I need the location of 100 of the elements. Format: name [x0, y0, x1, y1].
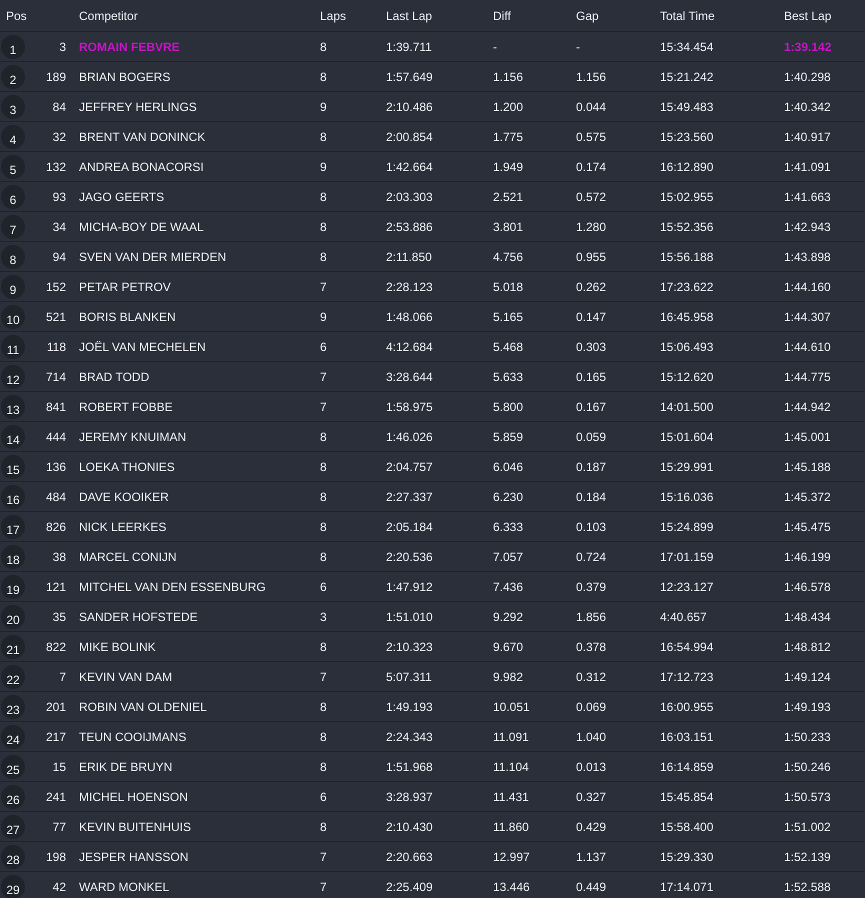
- position-badge: 29: [1, 874, 25, 898]
- table-cell-text: 15:01.604: [660, 430, 714, 444]
- table-cell-text: 6.046: [493, 460, 524, 474]
- table-cell-text: 15:29.991: [660, 460, 714, 474]
- competitor-name: BRIAN BOGERS: [79, 70, 172, 84]
- table-cell-text: 2.521: [493, 190, 524, 204]
- competitor-name: MICHEL HOENSON: [79, 790, 189, 804]
- table-cell-text: 1.040: [576, 730, 608, 744]
- table-cell-text: 8: [320, 220, 328, 234]
- table-cell-text: 0.575: [576, 130, 608, 144]
- table-cell-text: 15:52.356: [660, 220, 714, 234]
- table-cell-text: 484: [44, 490, 67, 504]
- table-cell-text: 1.949: [493, 160, 524, 174]
- table-cell-text: 9: [320, 160, 328, 174]
- table-cell-text: 4:12.684: [386, 340, 434, 354]
- table-cell-text: 121: [44, 580, 67, 594]
- table-cell-text: 8: [320, 700, 328, 714]
- table-cell-text: 8: [320, 550, 328, 564]
- table-cell-text: 444: [44, 430, 67, 444]
- table-cell-text: 5.165: [493, 310, 524, 324]
- table-cell-text: 841: [44, 400, 67, 414]
- table-cell-text: 1:42.664: [386, 160, 434, 174]
- table-cell-text: 1:48.066: [386, 310, 434, 324]
- table-cell-text: 0.378: [576, 640, 608, 654]
- column-header: Best Lap: [784, 8, 832, 22]
- table-cell-text: 1:50.573: [784, 790, 832, 804]
- table-cell-text: 0.184: [576, 490, 608, 504]
- table-cell-text: 11.860: [493, 820, 530, 834]
- position-badge: 8: [1, 244, 25, 268]
- table-cell-text: 1:44.160: [784, 280, 832, 294]
- competitor-name: ERIK DE BRUYN: [79, 760, 174, 774]
- table-cell-text: 1:40.298: [784, 70, 832, 84]
- competitor-name: MIKE BOLINK: [79, 640, 157, 654]
- table-cell-text: 7: [58, 670, 67, 684]
- table-cell-text: 9: [320, 310, 328, 324]
- table-cell-text: 34: [52, 220, 67, 234]
- table-cell-text: 15:21.242: [660, 70, 714, 84]
- table-cell-text: 118: [46, 340, 67, 354]
- table-cell-text: 2:27.337: [386, 490, 434, 504]
- table-cell-text: 15:49.483: [660, 100, 714, 114]
- table-cell-text: 1:39.142: [784, 40, 832, 54]
- table-cell-text: 2:24.343: [386, 730, 434, 744]
- competitor-name: SANDER HOFSTEDE: [79, 610, 199, 624]
- table-cell-text: 241: [44, 790, 67, 804]
- table-cell-text: 15:23.560: [660, 130, 714, 144]
- column-header: Diff: [493, 8, 512, 22]
- table-cell-text: 13.446: [493, 880, 531, 894]
- table-cell-text: 2:10.323: [386, 640, 434, 654]
- competitor-name: JEREMY KNUIMAN: [79, 430, 188, 444]
- table-cell-text: 8: [320, 460, 328, 474]
- position-badge: 2: [1, 64, 25, 88]
- table-cell-text: 189: [44, 70, 67, 84]
- position-badge: 10: [1, 304, 25, 328]
- column-header: Pos: [5, 8, 28, 22]
- table-cell-text: 16:45.958: [660, 310, 714, 324]
- table-cell-text: 2:11.850: [386, 250, 433, 264]
- table-cell-text: 15:58.400: [660, 820, 714, 834]
- table-cell-text: 7.436: [493, 580, 524, 594]
- table-cell-text: 0.167: [576, 400, 608, 414]
- table-cell-text: 8: [320, 760, 328, 774]
- position-badge: 3: [1, 94, 25, 118]
- position-badge: 21: [1, 634, 25, 658]
- table-cell-text: 6: [320, 790, 328, 804]
- table-cell-text: 16:03.151: [660, 730, 714, 744]
- table-cell-text: 9: [320, 100, 328, 114]
- table-cell-text: 1:41.091: [784, 160, 832, 174]
- competitor-name: ROMAIN FEBVRE: [79, 40, 181, 54]
- competitor-name: TEUN COOIJMANS: [79, 730, 188, 744]
- table-cell-text: 15:16.036: [660, 490, 714, 504]
- table-cell-text: 1:44.610: [784, 340, 832, 354]
- table-cell-text: 5.468: [493, 340, 524, 354]
- table-cell-text: 1:51.968: [386, 760, 434, 774]
- competitor-name: MARCEL CONIJN: [79, 550, 178, 564]
- table-cell-text: 3: [58, 40, 67, 54]
- table-cell-text: 826: [44, 520, 67, 534]
- competitor-name: JESPER HANSSON: [79, 850, 190, 864]
- position-badge: 11: [1, 334, 25, 358]
- position-badge: 18: [1, 544, 25, 568]
- table-cell-text: 6: [320, 340, 328, 354]
- table-cell-text: 12:23.127: [660, 580, 714, 594]
- table-cell-text: 8: [320, 70, 328, 84]
- table-cell-text: 8: [320, 40, 328, 54]
- competitor-name: MICHA-BOY DE WAAL: [79, 220, 205, 234]
- table-cell-text: 1.137: [576, 850, 608, 864]
- table-cell-text: 132: [44, 160, 67, 174]
- table-cell-text: 1:45.188: [784, 460, 832, 474]
- position-badge: 28: [1, 844, 25, 868]
- table-cell-text: 0.449: [576, 880, 608, 894]
- table-cell-text: 12.997: [493, 850, 531, 864]
- table-cell-text: 4:40.657: [660, 610, 708, 624]
- table-cell-text: 0.044: [576, 100, 608, 114]
- table-cell-text: 1:44.942: [784, 400, 832, 414]
- table-cell-text: 15:34.454: [660, 40, 714, 54]
- table-cell-text: 1:39.711: [386, 40, 433, 54]
- table-cell-text: 7: [320, 850, 328, 864]
- table-cell-text: 16:14.859: [660, 760, 714, 774]
- table-cell-text: 2:04.757: [386, 460, 434, 474]
- table-cell-text: 8: [320, 190, 328, 204]
- table-cell-text: 11.104: [493, 760, 530, 774]
- table-cell-text: 1:57.649: [386, 70, 434, 84]
